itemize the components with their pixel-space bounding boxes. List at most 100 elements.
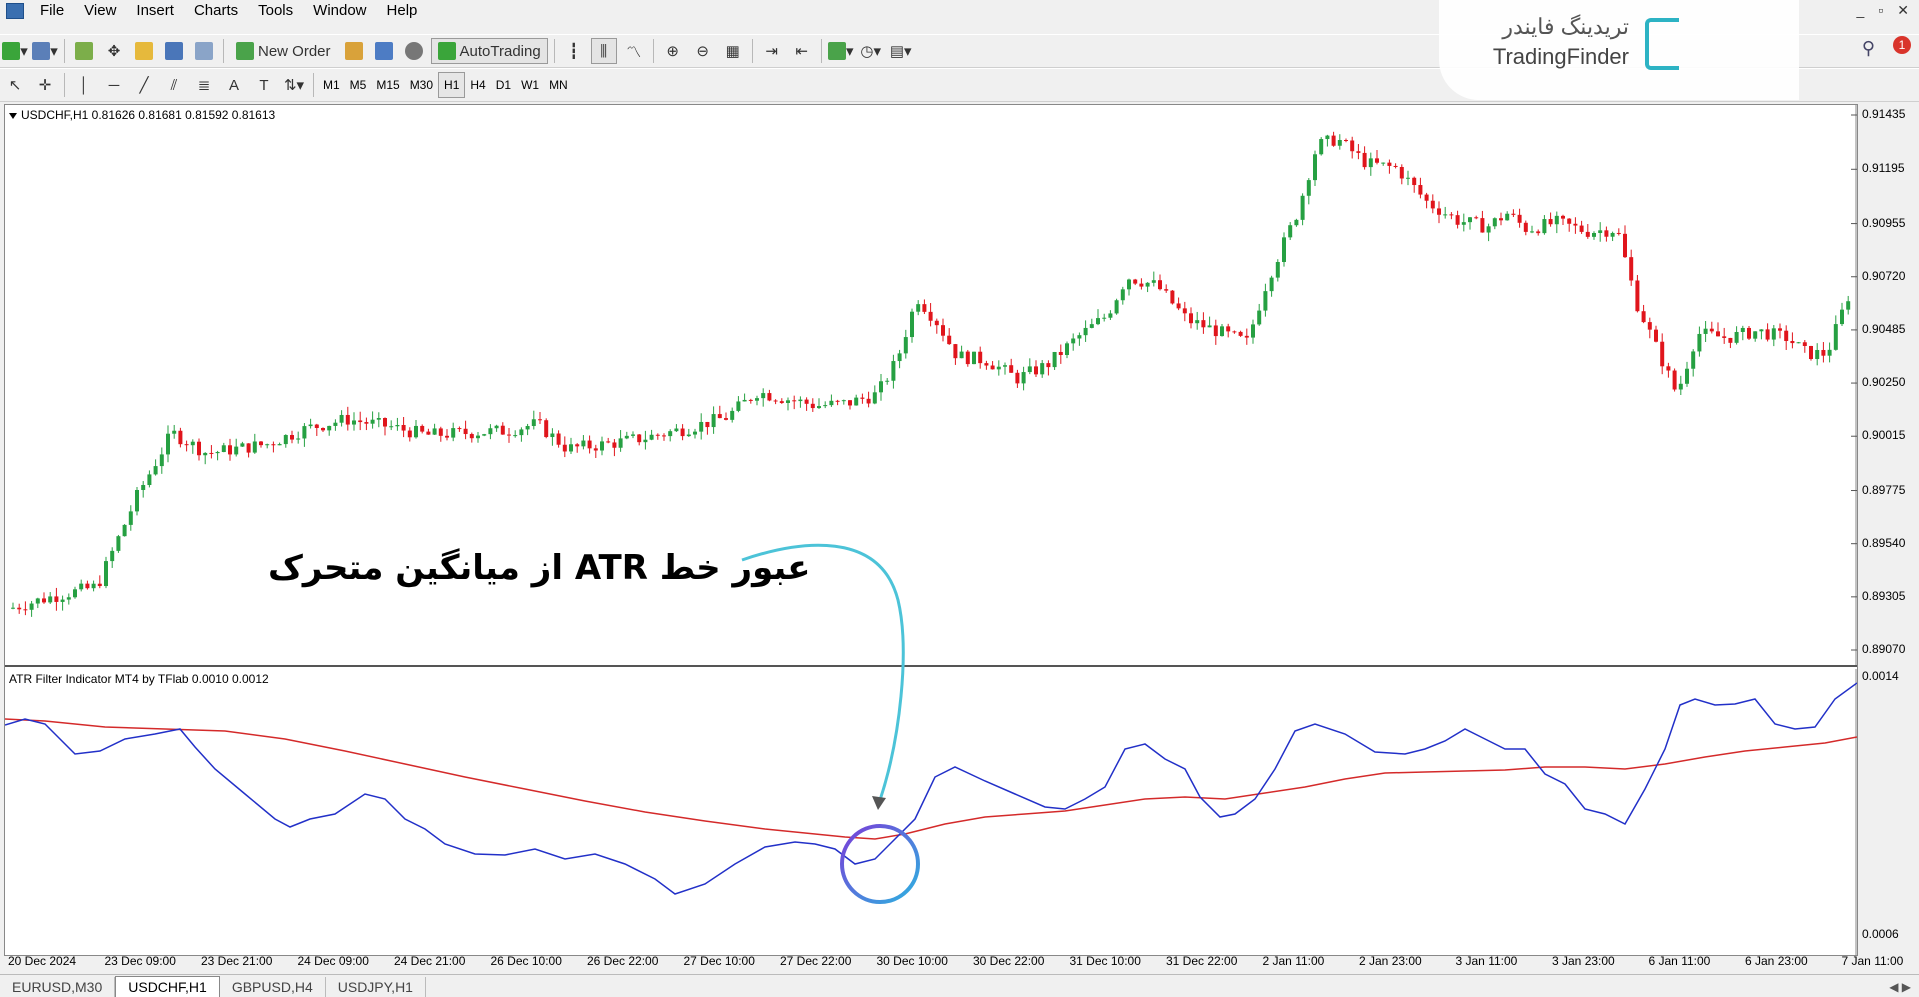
crosshair-icon[interactable]: ✛ (32, 72, 58, 98)
autotrading-label: AutoTrading (459, 42, 541, 60)
candle-body (1666, 366, 1671, 371)
autotrading-button[interactable]: AutoTrading (430, 38, 548, 64)
indicator-title: ATR Filter Indicator MT4 by TFlab 0.0010… (9, 672, 269, 686)
timeframe-w1[interactable]: W1 (516, 73, 544, 97)
candle-body (1164, 289, 1169, 291)
search-icon[interactable]: ⚲ (1862, 38, 1875, 59)
data-window-icon[interactable]: ✥ (101, 38, 127, 64)
cursor-icon[interactable]: ↖ (2, 72, 28, 98)
candlestick-icon[interactable]: ⫼ (590, 38, 617, 64)
candle-body (153, 466, 158, 475)
timeframe-m15[interactable]: M15 (371, 73, 404, 97)
strategy-tester-icon[interactable] (191, 38, 217, 64)
candle-body (23, 609, 28, 611)
navigator-icon[interactable] (131, 38, 157, 64)
price-tick-label: 0.90015 (1862, 428, 1906, 443)
timeframe-m30[interactable]: M30 (405, 73, 438, 97)
tile-windows-icon[interactable]: ▦ (720, 38, 746, 64)
candle-body (761, 393, 766, 399)
candle-body (383, 418, 387, 427)
text-icon[interactable]: A (221, 72, 247, 98)
price-tick-label: 0.91195 (1862, 161, 1905, 176)
candle-body (122, 524, 127, 537)
timeframe-h4[interactable]: H4 (465, 73, 490, 97)
arrows-icon[interactable]: ⇅▾ (281, 72, 307, 98)
equidistant-channel-icon[interactable]: ⫽ (161, 72, 187, 98)
zoom-out-icon[interactable]: ⊖ (690, 38, 716, 64)
timeframe-mn[interactable]: MN (544, 73, 573, 97)
tab-eurusd-m30[interactable]: EURUSD,M30 (0, 977, 116, 997)
candle-body (1759, 329, 1764, 332)
candle-body (1480, 218, 1485, 233)
candle-body (575, 444, 580, 447)
tab-usdchf-h1[interactable]: USDCHF,H1 (115, 976, 220, 997)
candle-body (1356, 151, 1361, 153)
candle-body (1003, 365, 1007, 367)
terminal-icon[interactable] (161, 38, 187, 64)
market-watch-icon[interactable] (71, 38, 97, 64)
notification-badge[interactable]: 1 (1893, 36, 1911, 54)
chart-shift-icon[interactable]: ⇤ (789, 38, 815, 64)
tab-scroll-arrows[interactable]: ◀ ▶ (1889, 980, 1911, 994)
horizontal-line-icon[interactable]: ─ (101, 72, 127, 98)
timeframe-d1[interactable]: D1 (491, 73, 516, 97)
candle-body (234, 446, 239, 455)
candle-body (42, 598, 46, 603)
candle-body (209, 452, 214, 454)
periods-icon[interactable]: ◷▾ (858, 38, 884, 64)
candle-body (1486, 226, 1491, 233)
candle-body (141, 485, 146, 490)
trendline-icon[interactable]: ╱ (131, 72, 157, 98)
candle-body (928, 311, 933, 321)
menu-file[interactable]: File (30, 0, 74, 22)
menu-charts[interactable]: Charts (184, 0, 248, 22)
price-tick-label: 0.91435 (1862, 107, 1906, 121)
indicators-icon[interactable]: ▾ (827, 38, 854, 64)
bar-chart-icon[interactable]: ┇ (561, 38, 587, 64)
new-chart-icon[interactable]: ▾ (2, 38, 28, 64)
tab-usdjpy-h1[interactable]: USDJPY,H1 (326, 977, 426, 997)
new-order-button[interactable]: New Order (230, 38, 337, 64)
indicator-pane[interactable]: ATR Filter Indicator MT4 by TFlab 0.0010… (5, 669, 1857, 955)
menu-help[interactable]: Help (377, 0, 428, 22)
chart-window[interactable]: USDCHF,H1 0.81626 0.81681 0.81592 0.8161… (4, 104, 1858, 956)
fibonacci-icon[interactable]: ≣ (191, 72, 217, 98)
candle-body (965, 351, 970, 365)
templates-icon[interactable]: ▤▾ (888, 38, 914, 64)
auto-scroll-icon[interactable]: ⇥ (759, 38, 785, 64)
candle-body (1170, 290, 1175, 304)
time-axis-label: 27 Dec 10:00 (683, 954, 755, 968)
zoom-in-icon[interactable]: ⊕ (660, 38, 686, 64)
candle-body (1654, 329, 1658, 342)
market-icon[interactable] (401, 38, 427, 64)
candle-body (1232, 331, 1237, 333)
time-axis-label: 7 Jan 11:00 (1841, 954, 1904, 968)
metaeditor-icon[interactable] (341, 38, 367, 64)
vertical-line-icon[interactable]: │ (71, 72, 97, 98)
minimize-icon[interactable]: _ (1857, 2, 1865, 19)
candle-body (1461, 222, 1466, 225)
line-chart-icon[interactable]: 〽 (621, 38, 647, 64)
candle-body (711, 414, 716, 428)
menu-window[interactable]: Window (303, 0, 376, 22)
restore-icon[interactable]: ▫ (1878, 2, 1883, 19)
close-icon[interactable]: ✕ (1897, 2, 1909, 19)
candle-body (1096, 318, 1100, 325)
menu-tools[interactable]: Tools (248, 0, 303, 22)
candle-body (1790, 341, 1795, 344)
tab-gbpusd-h4[interactable]: GBPUSD,H4 (220, 977, 326, 997)
candle-body (327, 425, 332, 431)
menu-view[interactable]: View (74, 0, 126, 22)
candle-body (1430, 200, 1435, 209)
candle-body (1133, 279, 1138, 284)
timeframe-h1[interactable]: H1 (438, 72, 466, 98)
candle-body (649, 434, 654, 440)
candle-body (1226, 326, 1231, 332)
signals-icon[interactable] (371, 38, 397, 64)
profiles-icon[interactable]: ▾ (32, 38, 58, 64)
timeframe-m1[interactable]: M1 (318, 73, 345, 97)
menu-insert[interactable]: Insert (126, 0, 184, 22)
candle-body (1809, 345, 1813, 360)
timeframe-m5[interactable]: M5 (345, 73, 372, 97)
text-label-icon[interactable]: T (251, 72, 277, 98)
